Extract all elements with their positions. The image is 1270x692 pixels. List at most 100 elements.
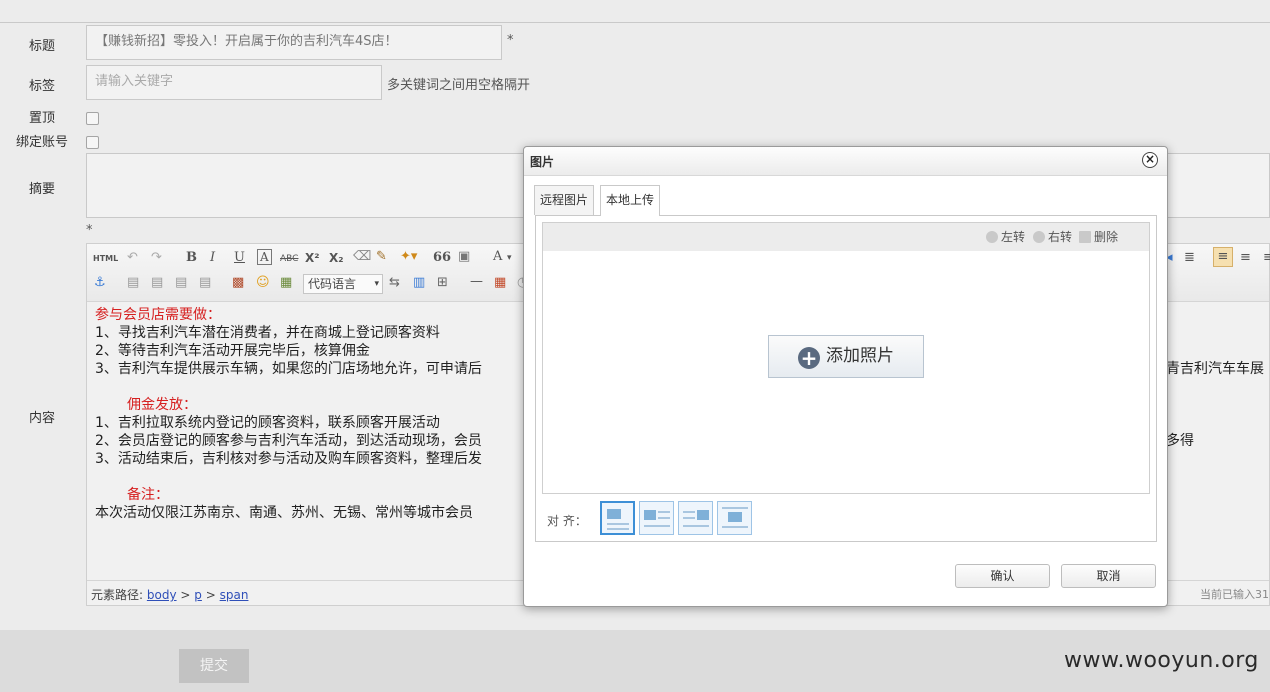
align-line [683,517,695,519]
align-none-icon[interactable] [600,501,635,535]
code-language-value: 代码语言 [308,277,357,291]
image-dialog: 图片 × 远程图片 本地上传 左转 右转 删除 + 添加照片 对 齐： 确认 取… [523,146,1168,607]
date-icon[interactable]: ▦ [494,275,506,291]
insert-frame-icon[interactable]: ▦ [280,275,292,291]
paste-plain-icon[interactable]: ▣ [458,249,470,265]
align-thumb [607,509,621,519]
bind-account-checkbox[interactable] [86,136,99,149]
path-separator: > [180,588,191,602]
redo-icon[interactable]: ↷ [151,250,162,266]
summary-label: 摘要 [28,182,55,197]
rotate-right-button[interactable]: 右转 [1033,229,1072,245]
strikethrough-button[interactable]: ABC [280,251,298,267]
emotion-icon[interactable]: ☺ [256,275,270,291]
underline-button[interactable]: U [234,250,245,266]
undo-icon[interactable]: ↶ [127,250,138,266]
auto-format-icon[interactable]: ✦▾ [400,249,417,265]
summary-required-mark: * [86,223,93,238]
align-line [658,517,670,519]
horizontal-rule-button[interactable]: — [470,274,483,290]
align-thumb [728,512,742,522]
content-label: 内容 [28,411,55,426]
watermark-text: www.wooyun.org [1064,648,1259,673]
chevron-down-icon: ▾ [374,279,379,289]
align-left-icon[interactable]: ≡ [1213,247,1233,267]
font-color-dropdown-icon[interactable]: ▾ [507,250,512,266]
insert-image-icon[interactable]: ▩ [232,275,244,291]
element-path: 元素路径: body > p > span [91,586,248,603]
tab-remote-image[interactable]: 远程图片 [534,185,595,215]
dialog-header: 图片 × [524,147,1167,176]
blockquote-button[interactable]: 66 [433,250,451,266]
align-label: 对 齐： [547,514,587,528]
plus-icon: + [798,347,820,369]
font-color-button[interactable]: A [493,249,502,265]
format-brush-icon[interactable]: ✎ [376,249,387,265]
template-icon[interactable]: ▥ [413,275,425,291]
delete-button[interactable]: 删除 [1079,229,1118,245]
add-photo-label: 添加照片 [826,346,894,366]
path-separator: > [205,588,216,602]
background-icon[interactable]: ⊞ [437,275,448,291]
align-line [607,523,629,525]
image-right-icon[interactable]: ▤ [151,275,163,291]
path-link-span[interactable]: span [220,588,249,602]
image-none-icon[interactable]: ▤ [175,275,187,291]
align-line [644,525,670,527]
align-thumb [697,510,709,520]
tab-local-upload[interactable]: 本地上传 [600,185,661,216]
align-right-image-icon[interactable] [678,501,713,535]
align-line [722,507,748,509]
image-center-icon[interactable]: ▤ [199,275,211,291]
content-line-tail: 多得 [1166,433,1194,449]
title-required-mark: * [507,33,514,48]
path-link-p[interactable]: p [194,588,202,602]
pin-label: 置顶 [28,111,55,126]
page-break-icon[interactable]: ⇆ [389,275,400,291]
upload-area: 左转 右转 删除 + 添加照片 [542,222,1150,494]
upload-panel: 左转 右转 删除 + 添加照片 对 齐： [535,215,1157,542]
tags-hint: 多关键词之间用空格隔开 [387,78,531,93]
title-input[interactable]: 【赚钱新招】零投入！开启属于你的吉利汽车4S店！ [86,25,502,60]
subscript-button[interactable]: X₂ [329,250,344,266]
align-right-icon[interactable]: ≡ [1263,250,1270,266]
html-source-button[interactable]: HTML [93,251,118,267]
add-photo-button[interactable]: + 添加照片 [768,335,924,378]
content-line-text: 3、吉利汽车提供展示车辆，如果您的门店场地允许，可申请后 [95,361,482,377]
close-icon[interactable]: × [1142,152,1158,168]
italic-button[interactable]: I [210,250,215,266]
bold-button[interactable]: B [186,250,197,266]
align-line [722,526,748,528]
submit-button[interactable]: 提交 [179,649,249,683]
code-language-select[interactable]: 代码语言 ▾ [303,274,383,294]
element-path-label: 元素路径: [91,588,144,602]
confirm-button[interactable]: 确认 [955,564,1050,588]
delete-icon [1079,231,1091,243]
content-line-text: 2、会员店登记的顾客参与吉利汽车活动，到达活动现场，会员 [95,433,482,449]
eraser-icon[interactable]: ⌫ [353,249,371,265]
dialog-title: 图片 [530,155,555,169]
rotate-left-button[interactable]: 左转 [986,229,1025,245]
path-link-body[interactable]: body [147,588,177,602]
align-line [683,525,709,527]
superscript-button[interactable]: X² [305,250,320,266]
align-line [683,511,695,513]
align-center-image-icon[interactable] [717,501,752,535]
rotate-left-label: 左转 [1001,230,1026,244]
align-line [658,511,670,513]
font-border-button[interactable]: A [257,249,272,265]
word-count: 当前已输入31 [1200,588,1269,601]
indent-icon[interactable]: ≣ [1184,250,1195,266]
align-line [607,528,629,530]
cancel-button[interactable]: 取消 [1061,564,1156,588]
image-left-icon[interactable]: ▤ [127,275,139,291]
bind-account-label: 绑定账号 [15,135,68,150]
upload-toolbar: 左转 右转 删除 [543,223,1149,251]
align-left-image-icon[interactable] [639,501,674,535]
pin-checkbox[interactable] [86,112,99,125]
tags-label: 标签 [28,79,55,94]
content-line-tail: 青吉利汽车车展 [1166,361,1264,377]
anchor-icon[interactable]: ⚓ [94,275,106,291]
tags-input[interactable]: 请输入关键字 [86,65,382,100]
align-center-icon[interactable]: ≡ [1240,250,1251,266]
